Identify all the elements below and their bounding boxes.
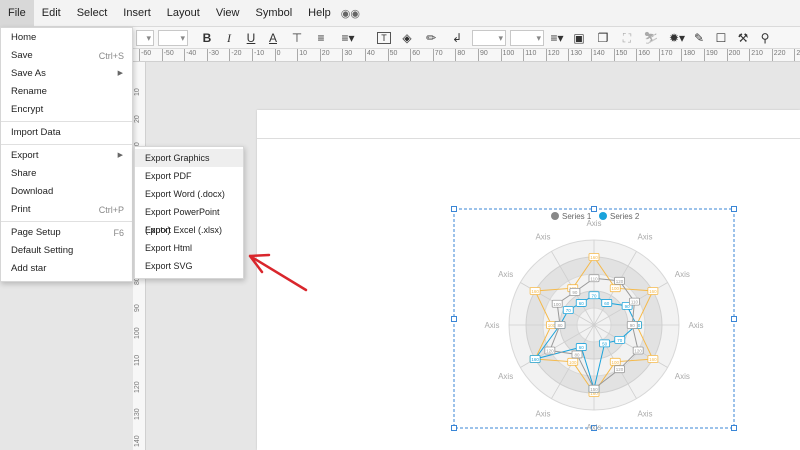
data-label: 100 <box>611 286 619 291</box>
data-label: 70 <box>617 338 623 343</box>
axis-label: Axis <box>637 233 652 242</box>
data-label: 80 <box>557 323 563 328</box>
export-excel-item[interactable]: Export Excel (.xlsx) <box>135 221 243 239</box>
file-menu-label: Add star <box>11 263 47 274</box>
data-label: 60 <box>604 301 610 306</box>
axis-label: Axis <box>675 270 690 279</box>
resize-handle <box>731 425 737 431</box>
resize-handle <box>731 206 737 212</box>
menu-separator <box>1 221 132 222</box>
shortcut-label: Ctrl+S <box>98 51 124 61</box>
submenu-arrow-icon: ▶ <box>117 70 123 77</box>
data-label: 50 <box>602 341 608 346</box>
resize-handle <box>451 425 457 431</box>
file-menu-label: Encrypt <box>11 104 44 115</box>
data-label: 90 <box>572 290 578 295</box>
file-menu-item-import-data[interactable]: Import Data <box>1 124 132 142</box>
file-menu-item-save[interactable]: Save Ctrl+S <box>1 47 132 65</box>
file-menu-label: Save <box>11 50 33 61</box>
file-menu-item-share[interactable]: Share <box>1 165 132 183</box>
file-menu-label: Save As <box>11 68 46 79</box>
file-menu-item-default-setting[interactable]: Default Setting <box>1 242 132 260</box>
file-menu-label: Import Data <box>11 127 61 138</box>
data-label: 160 <box>649 357 657 362</box>
file-menu-item-page-setup[interactable]: Page Setup F6 <box>1 224 132 242</box>
export-graphics-item[interactable]: Export Graphics <box>135 149 243 167</box>
data-label: 80 <box>574 352 580 357</box>
export-html-item[interactable]: Export Html <box>135 239 243 257</box>
data-label: 120 <box>546 349 554 354</box>
resize-handle <box>731 316 737 322</box>
axis-label: Axis <box>535 409 550 418</box>
menu-separator <box>1 121 132 122</box>
data-label: 70 <box>591 293 597 298</box>
file-menu-label: Default Setting <box>11 245 74 256</box>
legend-swatch-series1 <box>551 212 559 220</box>
axis-label: Axis <box>484 321 499 330</box>
file-menu-item-download[interactable]: Download <box>1 183 132 201</box>
file-menu-label: Download <box>11 186 54 197</box>
data-label: 160 <box>531 289 539 294</box>
data-label: 100 <box>548 323 556 328</box>
submenu-arrow-icon: ▶ <box>117 152 123 159</box>
file-menu-label: Share <box>11 168 37 179</box>
legend-swatch-series2 <box>599 212 607 220</box>
file-menu-label: Export <box>11 150 39 161</box>
menu-separator <box>1 144 132 145</box>
data-label: 150 <box>590 387 598 392</box>
axis-label: Axis <box>675 372 690 381</box>
data-label: 160 <box>531 357 539 362</box>
file-menu-item-export[interactable]: Export ▶ <box>1 147 132 165</box>
data-label: 110 <box>631 300 639 305</box>
data-label: 160 <box>649 289 657 294</box>
data-label: 100 <box>611 360 619 365</box>
axis-label: Axis <box>586 423 601 432</box>
file-menu-dropdown: Home Save Ctrl+S Save As ▶ Rename Encrypt … <box>0 27 133 282</box>
data-label: 70 <box>566 308 572 313</box>
file-menu-label: Home <box>11 32 37 43</box>
axis-label: Axis <box>498 372 513 381</box>
file-menu-item-add-star[interactable]: Add star <box>1 260 132 278</box>
export-powerpoint-item[interactable]: Export PowerPoint (.pptx) <box>135 203 243 235</box>
file-menu-label: Page Setup <box>11 227 61 238</box>
data-label: 100 <box>553 302 561 307</box>
data-label: 120 <box>616 279 624 284</box>
radar-chart[interactable]: Axis Axis Axis Axis Axis Axis Axis Axis Axis Axis… <box>451 206 737 433</box>
arrow-path <box>248 253 308 292</box>
legend-label: Series 2 <box>610 212 640 221</box>
resize-handle <box>451 316 457 322</box>
data-label: 60 <box>579 301 585 306</box>
data-label: 110 <box>590 276 598 281</box>
data-label: 60 <box>579 345 585 350</box>
red-arrow-annotation <box>248 253 308 292</box>
resize-handle <box>451 206 457 212</box>
data-label: 120 <box>634 349 642 354</box>
export-submenu: Export Graphics Export PDF Export Word (… <box>134 146 244 279</box>
file-menu-item-rename[interactable]: Rename <box>1 83 132 101</box>
axis-label: Axis <box>498 270 513 279</box>
file-menu-item-print[interactable]: Print Ctrl+P <box>1 201 132 219</box>
data-label: 120 <box>616 367 624 372</box>
data-label: 90 <box>630 323 636 328</box>
file-menu-label: Rename <box>11 86 47 97</box>
axis-label: Axis <box>688 321 703 330</box>
export-pdf-item[interactable]: Export PDF <box>135 167 243 185</box>
legend-label: Series 1 <box>562 212 592 221</box>
axis-label: Axis <box>535 233 550 242</box>
shortcut-label: F6 <box>113 228 124 238</box>
data-label: 160 <box>590 255 598 260</box>
export-word-item[interactable]: Export Word (.docx) <box>135 185 243 203</box>
file-menu-label: Print <box>11 204 31 215</box>
data-label: 100 <box>569 360 577 365</box>
shortcut-label: Ctrl+P <box>98 205 124 215</box>
file-menu-item-encrypt[interactable]: Encrypt <box>1 101 132 119</box>
file-menu-item-save-as[interactable]: Save As ▶ <box>1 65 132 83</box>
export-svg-item[interactable]: Export SVG <box>135 257 243 275</box>
file-menu-item-home[interactable]: Home <box>1 29 132 47</box>
resize-handle <box>591 206 597 212</box>
axis-label: Axis <box>637 409 652 418</box>
